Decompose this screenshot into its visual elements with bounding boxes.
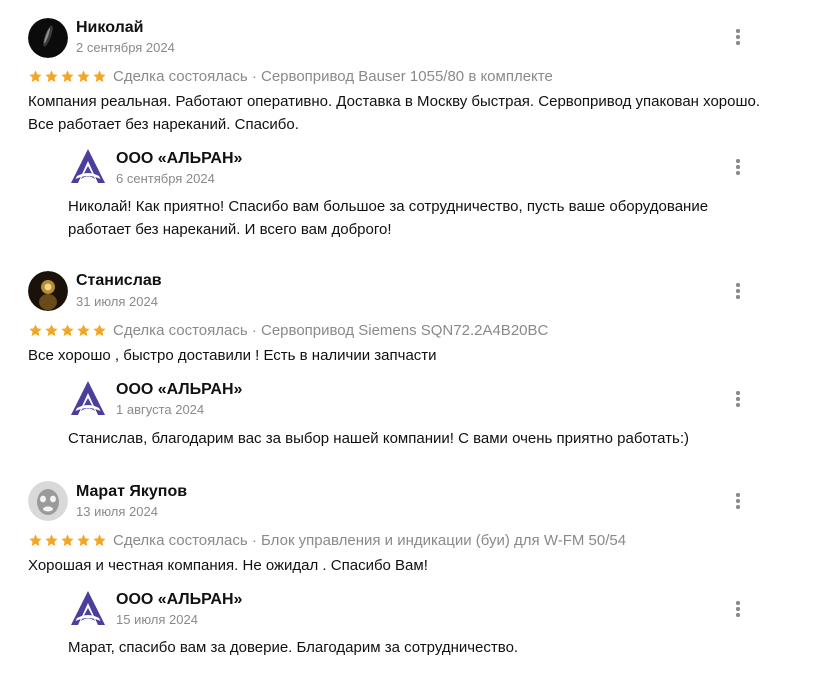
review-text: Все хорошо , быстро доставили ! Есть в н… [28,347,437,364]
star-icon [60,533,75,548]
avatar[interactable] [28,271,68,311]
star-icon [44,533,59,548]
star-icon [76,533,91,548]
reply-text: Марат, спасибо вам за доверие. Благодари… [68,639,519,656]
review-meta: Сделка состоялась · Сервопривод Siemens … [28,321,548,339]
review-text: Хорошая и честная компания. Не ожидал . … [28,557,428,574]
review-date: 2 сентября 2024 [76,40,175,55]
star-icon [76,69,91,84]
review-author[interactable]: Николай [76,19,143,37]
reply-author[interactable]: ООО «АЛЬРАН» [116,381,242,399]
review-date: 13 июля 2024 [76,504,158,519]
reply-date: 15 июля 2024 [116,612,198,627]
more-vertical-icon[interactable] [728,27,748,47]
star-icon [44,69,59,84]
star-icon [28,533,43,548]
rating-stars [28,323,107,338]
more-vertical-icon[interactable] [728,491,748,511]
reply-author[interactable]: ООО «АЛЬРАН» [116,150,242,168]
more-vertical-icon[interactable] [728,157,748,177]
review-text: Компания реальная. Работают оперативно. … [28,93,761,133]
reply-date: 6 сентября 2024 [116,171,215,186]
review-meta: Сделка состоялась · Сервопривод Bauser 1… [28,67,553,85]
star-icon [60,323,75,338]
deal-info: Сделка состоялась · Сервопривод Bauser 1… [113,67,553,85]
deal-info: Сделка состоялась · Блок управления и ин… [113,531,627,549]
star-icon [60,69,75,84]
alran-logo-icon [68,588,108,628]
rating-stars [28,69,107,84]
review-meta: Сделка состоялась · Блок управления и ин… [28,531,626,549]
deal-info: Сделка состоялась · Сервопривод Siemens … [113,321,549,339]
review-author[interactable]: Станислав [76,272,162,290]
more-vertical-icon[interactable] [728,389,748,409]
reply-text: Станислав, благодарим вас за выбор нашей… [68,430,689,447]
alran-logo-icon [68,146,108,186]
star-icon [28,323,43,338]
alran-logo-icon [68,378,108,418]
star-icon [92,69,107,84]
star-icon [28,69,43,84]
reply-date: 1 августа 2024 [116,402,205,417]
avatar[interactable] [28,481,68,521]
more-vertical-icon[interactable] [728,281,748,301]
more-vertical-icon[interactable] [728,599,748,619]
star-icon [76,323,91,338]
star-icon [92,323,107,338]
star-icon [44,323,59,338]
star-icon [92,533,107,548]
review-date: 31 июля 2024 [76,294,158,309]
rating-stars [28,533,107,548]
review-author[interactable]: Марат Якупов [76,483,187,501]
reply-text: Николай! Как приятно! Спасибо вам большо… [68,198,709,238]
reply-author[interactable]: ООО «АЛЬРАН» [116,591,242,609]
avatar[interactable] [28,18,68,58]
